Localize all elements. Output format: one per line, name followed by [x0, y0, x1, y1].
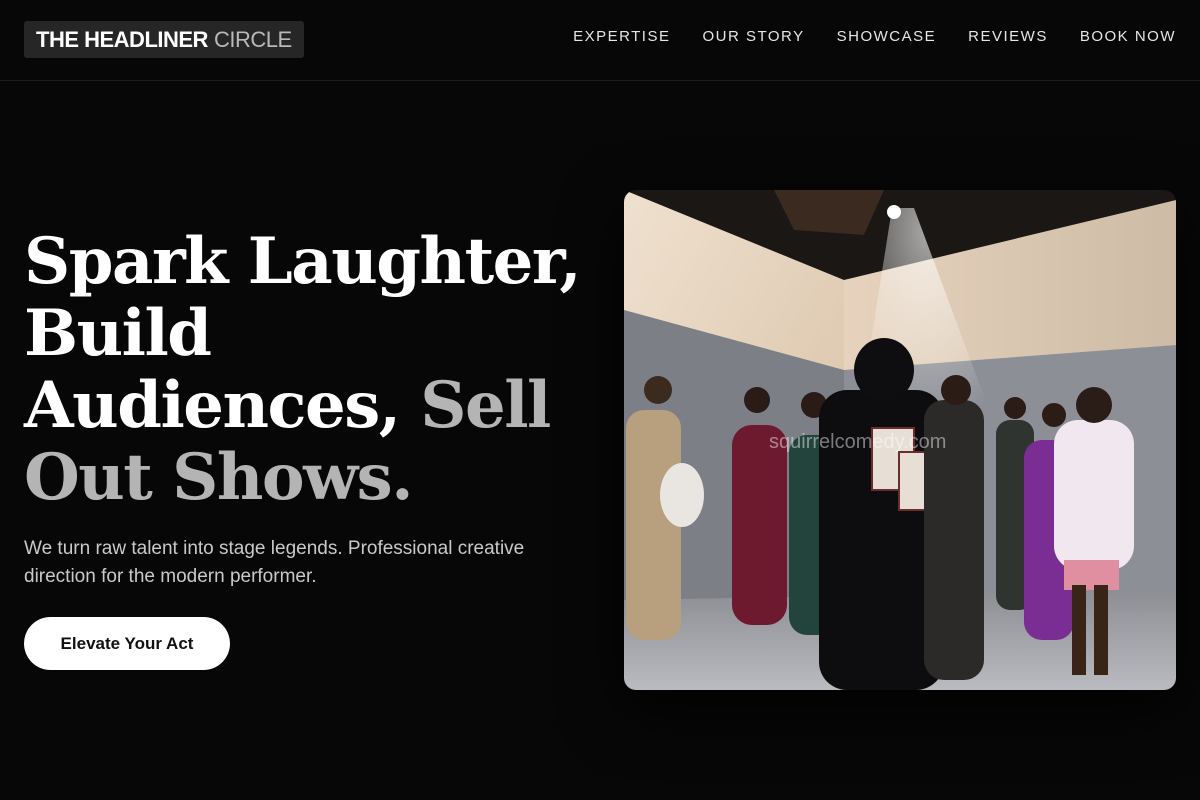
brand-name-bold: THE HEADLINER: [36, 26, 208, 52]
hero-subtext: We turn raw talent into stage legends. P…: [24, 538, 525, 587]
nav-item-book-now[interactable]: BOOK NOW: [1080, 27, 1176, 47]
brand-name-light: CIRCLE: [213, 26, 292, 52]
main-nav: EXPERTISE OUR STORY SHOWCASE REVIEWS BOO…: [573, 27, 1176, 47]
performers-stage-image: squirrelcomedy.com: [624, 190, 1176, 690]
site-header: THE HEADLINER CIRCLE EXPERTISE OUR STORY…: [0, 0, 1200, 81]
hero-headline: Spark Laughter, Build Audiences, Sell Ou…: [24, 226, 584, 514]
image-watermark: squirrelcomedy.com: [769, 431, 946, 453]
brand-logo[interactable]: THE HEADLINER CIRCLE: [24, 21, 304, 58]
nav-item-showcase[interactable]: SHOWCASE: [837, 27, 937, 47]
nav-item-reviews[interactable]: REVIEWS: [968, 27, 1048, 47]
hero-photo: squirrelcomedy.com: [624, 190, 1176, 690]
elevate-act-button[interactable]: Elevate Your Act: [24, 617, 230, 670]
nav-item-our-story[interactable]: OUR STORY: [702, 27, 804, 47]
nav-item-expertise[interactable]: EXPERTISE: [573, 27, 670, 47]
